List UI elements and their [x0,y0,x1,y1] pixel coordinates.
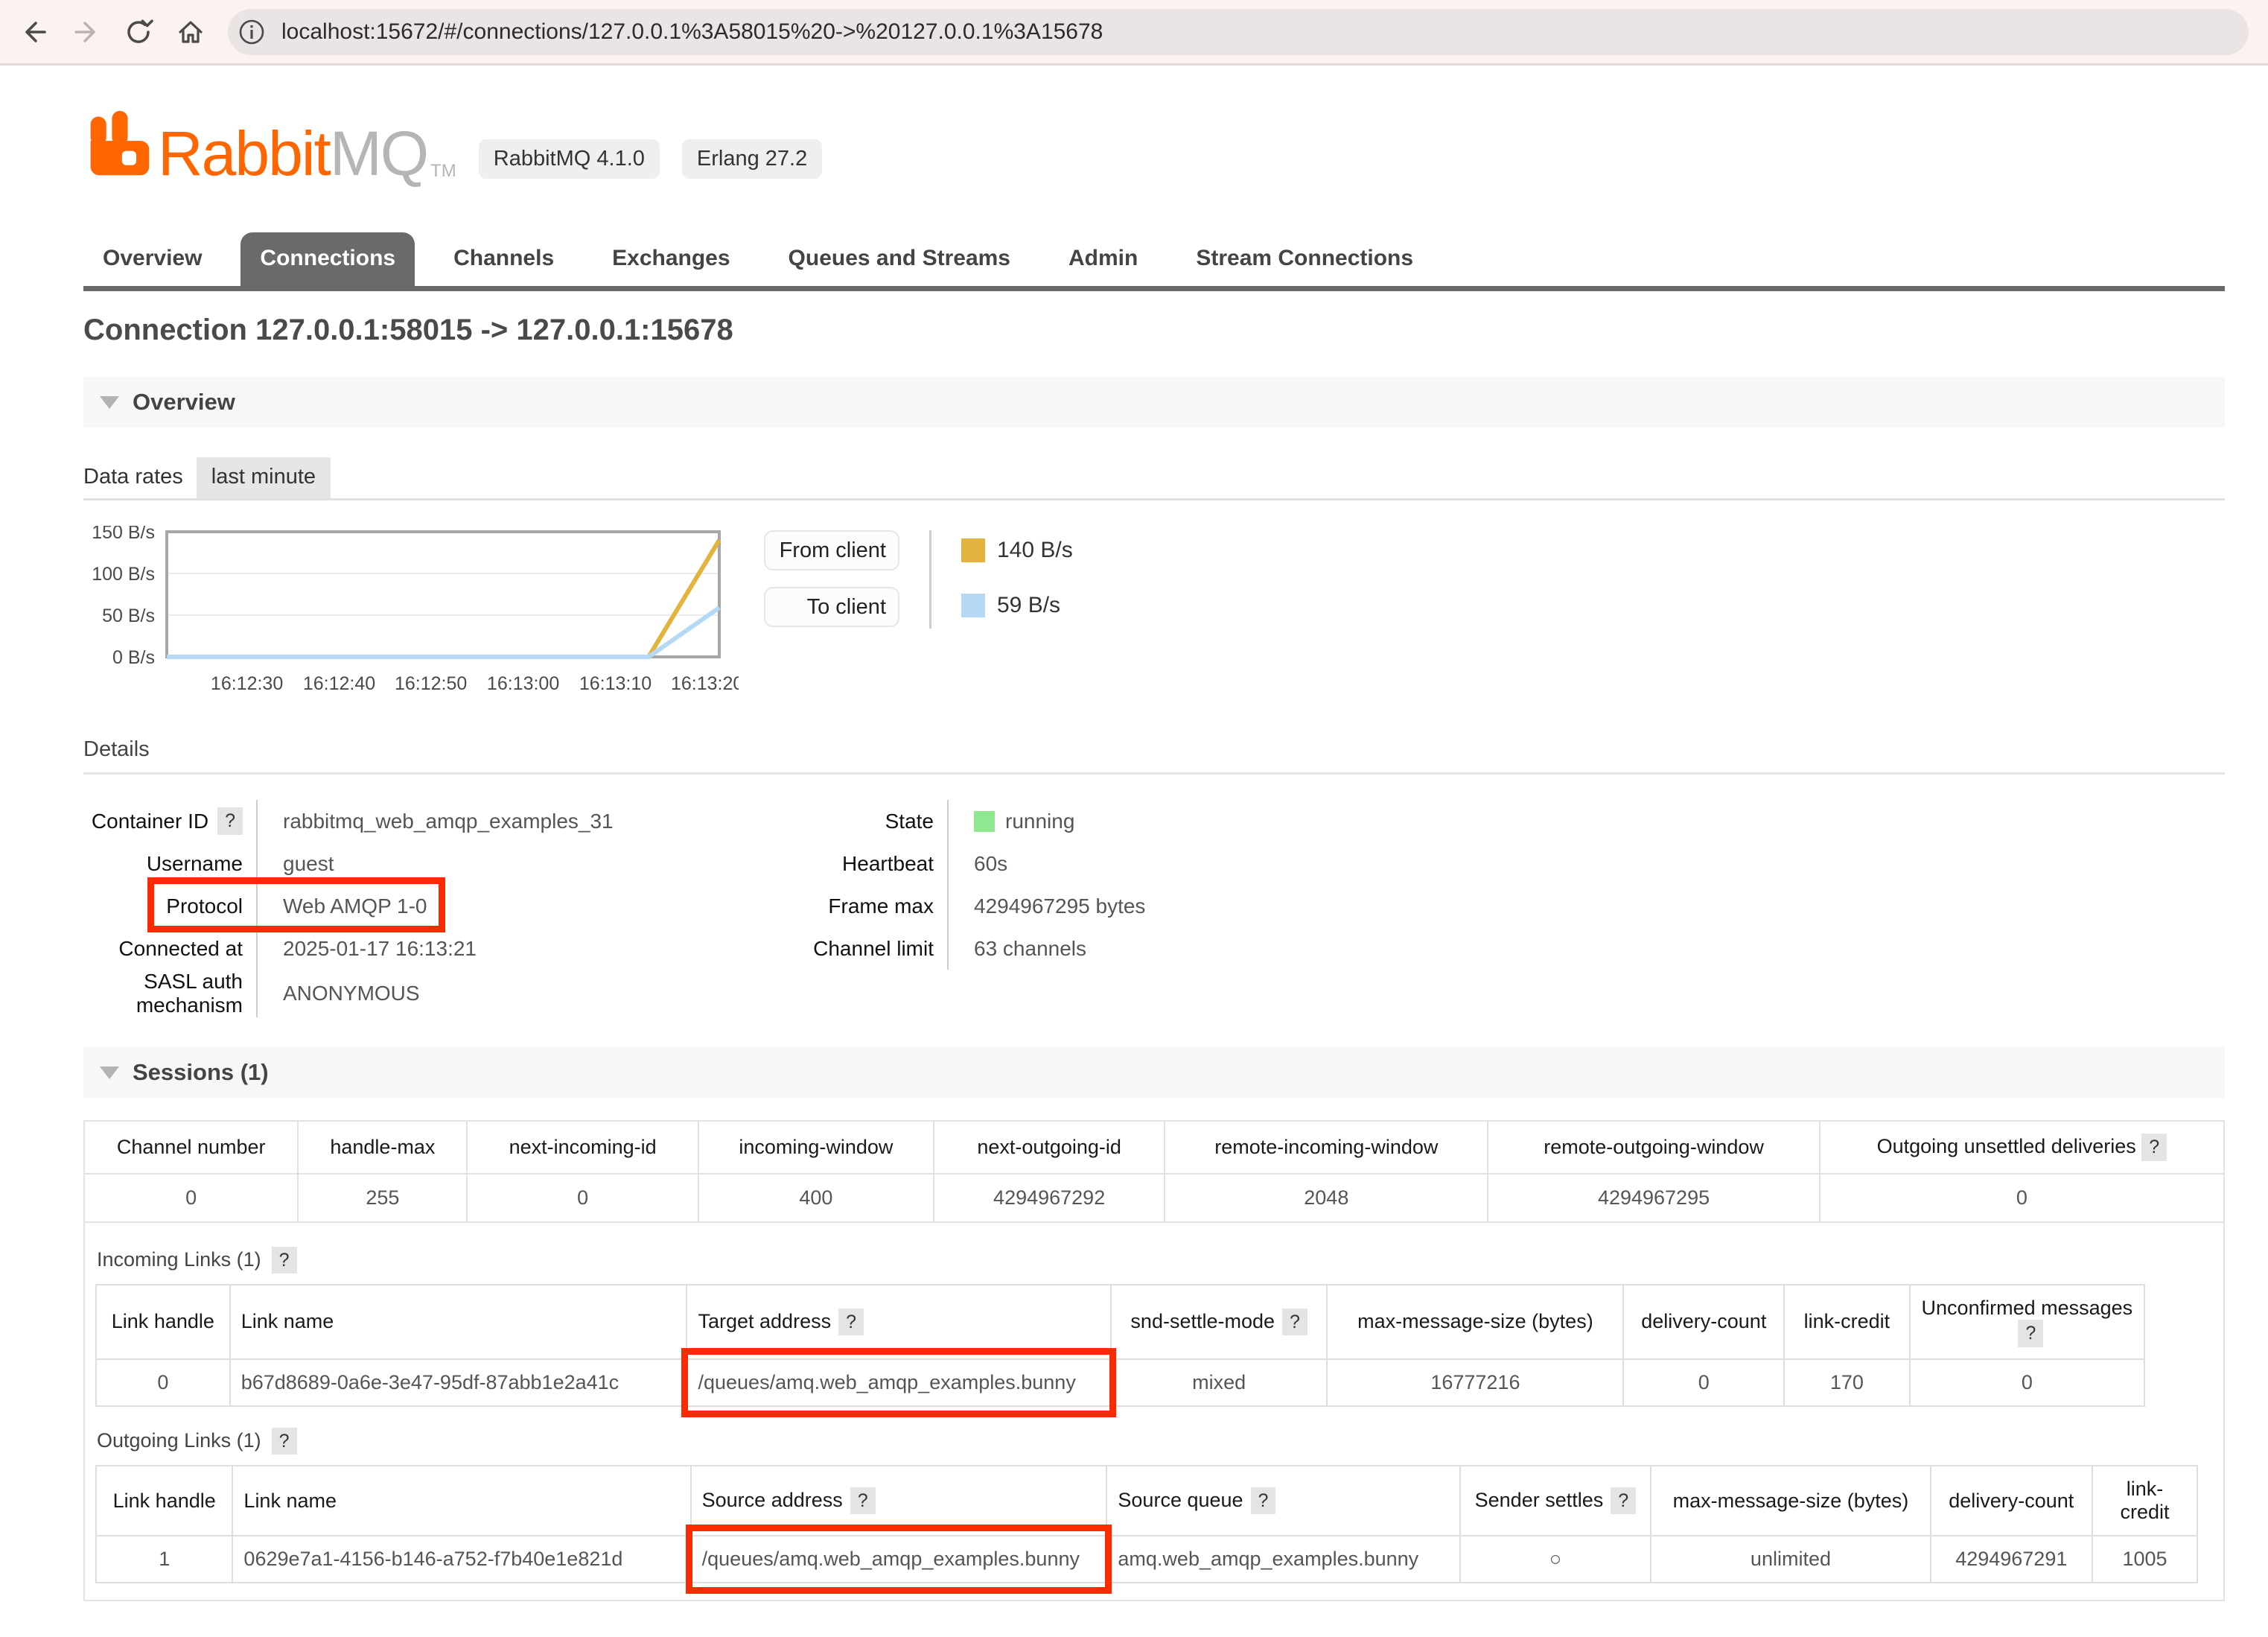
section-overview-header[interactable]: Overview [83,377,2225,427]
incoming-links-value-row: 0 b67d8689-0a6e-3e47-95df-87abb1e2a41c /… [96,1359,2144,1406]
outgoing-links-label: Outgoing Links (1) ? [97,1428,2211,1455]
to-client-rate: 59 B/s [961,593,1073,618]
outgoing-links-table: Link handle Link name Source address? So… [95,1465,2198,1583]
help-icon[interactable]: ? [272,1247,297,1274]
help-icon[interactable]: ? [217,807,243,835]
tab-exchanges[interactable]: Exchanges [593,232,749,286]
svg-text:16:12:50: 16:12:50 [395,673,467,694]
data-rates-chart-area: 150 B/s 100 B/s 50 B/s 0 B/s 16:12:30 16:12:4… [83,526,2268,697]
outgoing-links-header-row: Link handle Link name Source address? So… [96,1466,2197,1536]
svg-text:16:12:30: 16:12:30 [211,673,283,694]
sessions-header-row: Channel number handle-max next-incoming-… [84,1121,2224,1174]
detail-row-heartbeat: Heartbeat 60s [768,842,1145,885]
detail-row-channel-limit: Channel limit 63 channels [768,927,1145,970]
detail-row-username: Username guest [83,842,739,885]
incoming-links-header-row: Link handle Link name Target address? sn… [96,1285,2144,1359]
help-icon[interactable]: ? [1251,1487,1276,1515]
legend-divider [929,530,931,629]
reload-icon[interactable] [124,17,153,47]
help-icon[interactable]: ? [1282,1309,1307,1336]
svg-text:16:13:20: 16:13:20 [671,673,739,694]
incoming-links-table: Link handle Link name Target address? sn… [95,1284,2145,1407]
from-client-swatch [961,538,985,562]
help-icon[interactable]: ? [838,1309,864,1336]
trademark-label: TM [430,161,456,182]
sessions-value-row: 0 255 0 400 4294967292 2048 4294967295 0 [84,1174,2224,1222]
collapse-open-icon [100,1067,119,1079]
main-nav: Overview Connections Channels Exchanges … [83,232,2225,291]
svg-text:50 B/s: 50 B/s [102,605,155,626]
incoming-links-label: Incoming Links (1) ? [97,1247,2211,1274]
svg-text:150 B/s: 150 B/s [92,526,155,543]
tab-admin[interactable]: Admin [1049,232,1157,286]
browser-chrome: localhost:15672/#/connections/127.0.0.1%… [0,0,2268,66]
data-rates-row: Data rates last minute [83,457,2225,500]
section-sessions-header[interactable]: Sessions (1) [83,1047,2225,1098]
source-address-cell-annotated: /queues/amq.web_amqp_examples.bunny [691,1536,1107,1583]
help-icon[interactable]: ? [2141,1134,2167,1161]
detail-row-protocol: Protocol Web AMQP 1-0 [83,885,739,927]
to-client-swatch [961,594,985,617]
svg-text:16:13:10: 16:13:10 [579,673,652,694]
details-section: Details Container ID? rabbitmq_web_amqp_… [83,737,2225,1017]
collapse-open-icon [100,396,119,409]
url-text: localhost:15672/#/connections/127.0.0.1%… [281,19,1103,45]
rate-mode-chip[interactable]: last minute [197,457,331,498]
running-status-dot [974,811,995,832]
to-client-button[interactable]: To client [764,587,899,627]
detail-row-container-id: Container ID? rabbitmq_web_amqp_examples… [83,800,739,842]
site-info-icon[interactable] [235,16,268,48]
home-icon[interactable] [176,17,206,47]
target-address-cell-annotated: /queues/amq.web_amqp_examples.bunny [687,1359,1111,1406]
sender-settles-flag: ○ [1460,1536,1651,1583]
detail-row-frame-max: Frame max 4294967295 bytes [768,885,1145,927]
detail-row-connected-at: Connected at 2025-01-17 16:13:21 [83,927,739,970]
from-client-rate: 140 B/s [961,538,1073,563]
svg-text:16:13:00: 16:13:00 [487,673,559,694]
rabbitmq-logo-icon[interactable] [83,108,155,183]
rabbitmq-wordmark[interactable]: RabbitMQ [158,122,427,185]
erlang-version-badge: Erlang 27.2 [682,139,822,179]
sessions-table: Channel number handle-max next-incoming-… [83,1120,2225,1601]
outgoing-links-value-row: 1 0629e7a1-4156-b146-a752-f7b40e1e821d /… [96,1536,2197,1583]
help-icon[interactable]: ? [2018,1320,2043,1347]
tab-queues-and-streams[interactable]: Queues and Streams [769,232,1030,286]
tab-stream-connections[interactable]: Stream Connections [1176,232,1433,286]
url-bar[interactable]: localhost:15672/#/connections/127.0.0.1%… [228,9,2249,55]
rabbitmq-version-badge: RabbitMQ 4.1.0 [479,139,660,179]
detail-row-sasl-auth: SASL auth mechanism ANONYMOUS [83,970,739,1017]
brand-header: RabbitMQ TM RabbitMQ 4.1.0 Erlang 27.2 [83,104,2268,185]
tab-overview[interactable]: Overview [83,232,221,286]
svg-text:0 B/s: 0 B/s [112,647,155,668]
help-icon[interactable]: ? [1611,1487,1636,1515]
back-icon[interactable] [19,17,49,47]
page-title: Connection 127.0.0.1:58015 -> 127.0.0.1:… [83,314,2268,347]
data-rates-label: Data rates [83,465,188,498]
help-icon[interactable]: ? [850,1487,876,1515]
from-client-button[interactable]: From client [764,530,899,570]
detail-row-state: State running [768,800,1145,842]
help-icon[interactable]: ? [272,1428,297,1455]
svg-text:100 B/s: 100 B/s [92,564,155,585]
state-value: running [1005,810,1074,833]
rates-line-chart: 150 B/s 100 B/s 50 B/s 0 B/s 16:12:30 16:12:4… [83,526,739,697]
details-title: Details [83,737,2225,775]
forward-icon[interactable] [71,17,101,47]
svg-text:16:12:40: 16:12:40 [303,673,375,694]
tab-connections[interactable]: Connections [241,232,415,286]
tab-channels[interactable]: Channels [434,232,573,286]
chart-legend: From client To client 140 B/s 59 B/s [764,530,1073,629]
